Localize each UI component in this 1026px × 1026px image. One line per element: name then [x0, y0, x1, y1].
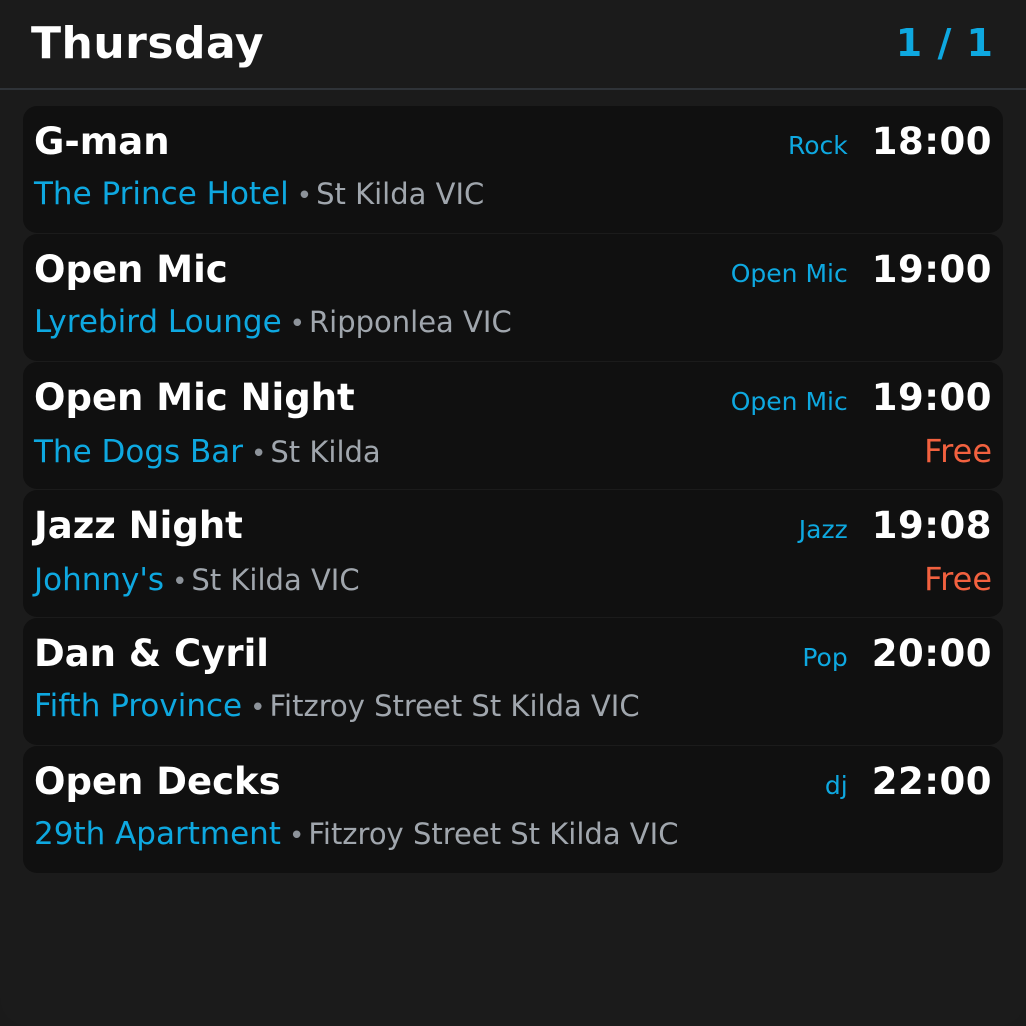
separator-dot: • — [296, 181, 313, 211]
event-time: 18:00 — [871, 120, 992, 163]
event-venue: Johnny's — [34, 562, 165, 598]
event-time: 22:00 — [871, 760, 992, 803]
event-time: 19:00 — [871, 376, 992, 419]
event-name: Open Decks — [34, 760, 281, 803]
separator-dot: • — [250, 693, 266, 723]
event-name: Open Mic — [34, 248, 228, 291]
page-indicator: 1 / 1 — [895, 21, 994, 65]
event-name: Jazz Night — [34, 504, 243, 547]
event-list: G-man Rock 18:00 The Prince Hotel • St Kil… — [23, 106, 1003, 874]
event-name: Open Mic Night — [34, 376, 355, 419]
gig-guide-screen: Thursday 1 / 1 G-man Rock 18:00 The Prin… — [0, 0, 1026, 1026]
event-genre: Open Mic — [730, 259, 848, 288]
header: Thursday 1 / 1 — [0, 0, 1026, 90]
event-location: St Kilda — [270, 435, 381, 469]
event-venue: Lyrebird Lounge — [34, 304, 282, 340]
event-genre: Rock — [787, 131, 848, 160]
separator-dot: • — [288, 821, 305, 851]
event-genre: Open Mic — [730, 387, 848, 416]
event-venue: The Dogs Bar — [34, 434, 244, 470]
event-location: Ripponlea VIC — [309, 305, 512, 339]
separator-dot: • — [289, 309, 306, 339]
event-time: 20:00 — [871, 632, 992, 675]
event-price: Free — [924, 432, 992, 470]
event-card[interactable]: Open Decks dj 22:00 29th Apartment • Fitzr… — [23, 746, 1003, 873]
event-price: Free — [924, 560, 992, 598]
event-card[interactable]: Jazz Night Jazz 19:08 Johnny's • St Kilda … — [23, 490, 1003, 617]
event-venue: Fifth Province — [34, 688, 243, 724]
event-name: G-man — [34, 120, 170, 163]
event-card[interactable]: Open Mic Night Open Mic 19:00 The Dogs B… — [23, 362, 1003, 489]
event-venue: The Prince Hotel — [34, 176, 289, 212]
separator-dot: • — [172, 567, 188, 597]
event-card[interactable]: Open Mic Open Mic 19:00 Lyrebird Lounge •… — [23, 234, 1003, 361]
event-genre: Jazz — [798, 515, 848, 544]
event-genre: dj — [824, 771, 848, 800]
event-venue: 29th Apartment — [34, 816, 281, 852]
event-location: Fitzroy Street St Kilda VIC — [308, 817, 679, 851]
day-title: Thursday — [31, 17, 265, 69]
event-time: 19:08 — [871, 504, 992, 547]
event-name: Dan & Cyril — [34, 632, 269, 675]
event-card[interactable]: Dan & Cyril Pop 20:00 Fifth Province • Fit… — [23, 618, 1003, 745]
event-location: Fitzroy Street St Kilda VIC — [269, 689, 640, 723]
event-location: St Kilda VIC — [316, 177, 485, 211]
event-location: St Kilda VIC — [191, 563, 360, 597]
event-genre: Pop — [802, 643, 848, 672]
separator-dot: • — [251, 439, 267, 469]
event-time: 19:00 — [871, 248, 992, 291]
event-card[interactable]: G-man Rock 18:00 The Prince Hotel • St Kil… — [23, 106, 1003, 233]
